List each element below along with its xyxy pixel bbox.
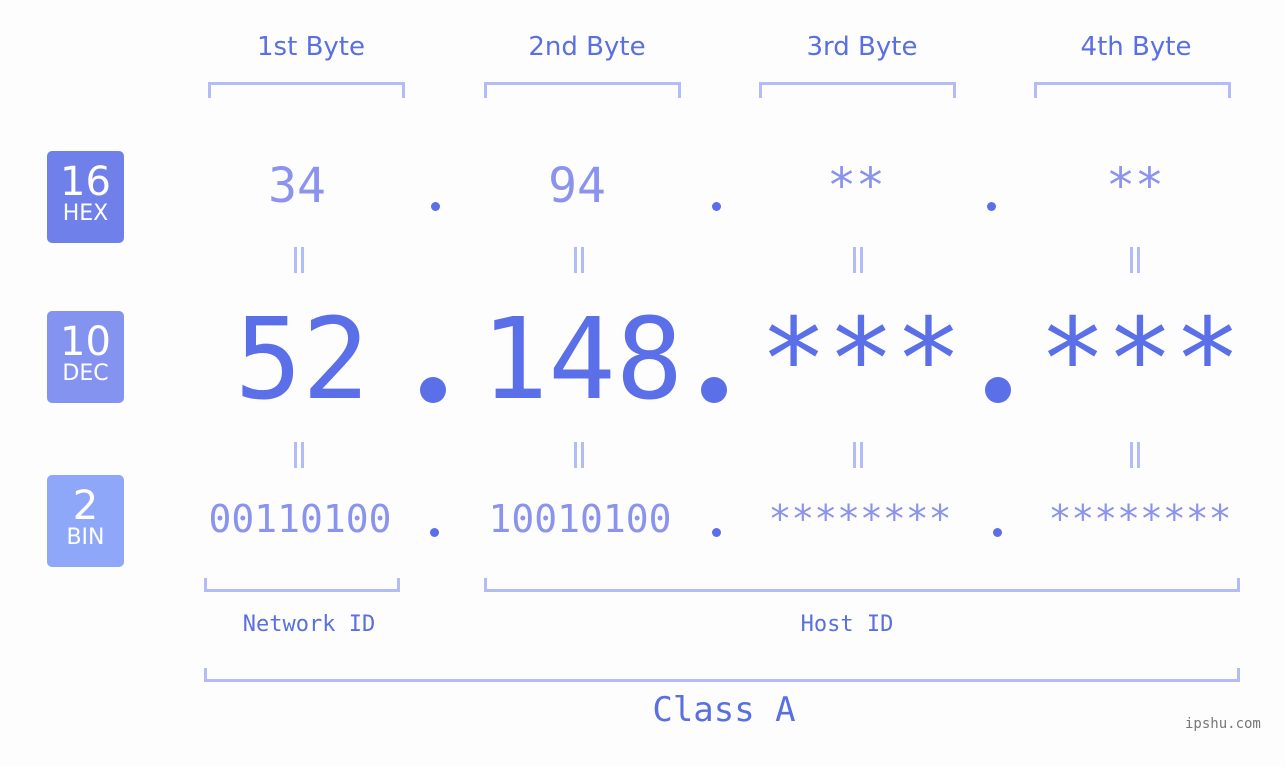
dec-byte-4: *** bbox=[1038, 295, 1242, 425]
hex-dot-1 bbox=[431, 202, 440, 211]
dec-base-label: DEC bbox=[62, 361, 109, 386]
byte-header-3: 3rd Byte bbox=[806, 32, 918, 62]
equals-icon bbox=[1128, 442, 1142, 468]
dec-dot-1 bbox=[420, 377, 446, 403]
network-id-bracket bbox=[204, 578, 400, 592]
dec-byte-1: 52 bbox=[234, 295, 370, 425]
bin-byte-3: ******** bbox=[768, 497, 952, 541]
watermark: ipshu.com bbox=[1185, 716, 1261, 732]
class-bracket bbox=[204, 668, 1240, 682]
equals-icon bbox=[851, 247, 865, 273]
bin-dot-2 bbox=[712, 528, 721, 537]
hex-byte-3: ** bbox=[827, 158, 885, 214]
byte-bracket-4 bbox=[1034, 82, 1231, 98]
bin-dot-3 bbox=[993, 528, 1002, 537]
network-id-label: Network ID bbox=[242, 612, 376, 637]
host-id-bracket bbox=[484, 578, 1240, 592]
hex-base-label: HEX bbox=[62, 201, 109, 226]
equals-icon bbox=[1128, 247, 1142, 273]
byte-header-2: 2nd Byte bbox=[528, 32, 646, 62]
byte-header-4: 4th Byte bbox=[1080, 32, 1192, 62]
byte-bracket-2 bbox=[484, 82, 681, 98]
equals-icon bbox=[292, 247, 306, 273]
equals-icon bbox=[572, 442, 586, 468]
hex-badge: 16 HEX bbox=[47, 151, 124, 243]
hex-base-number: 16 bbox=[60, 159, 111, 205]
equals-icon bbox=[292, 442, 306, 468]
bin-byte-1: 00110100 bbox=[208, 497, 392, 541]
dec-dot-2 bbox=[701, 377, 727, 403]
hex-byte-4: ** bbox=[1106, 158, 1164, 214]
equals-icon bbox=[851, 442, 865, 468]
class-label: Class A bbox=[652, 690, 796, 730]
dec-dot-3 bbox=[985, 377, 1011, 403]
bin-base-label: BIN bbox=[66, 525, 105, 550]
byte-bracket-3 bbox=[759, 82, 956, 98]
host-id-label: Host ID bbox=[800, 612, 894, 637]
bin-dot-1 bbox=[430, 528, 439, 537]
bin-byte-4: ******** bbox=[1048, 497, 1232, 541]
hex-dot-3 bbox=[987, 202, 996, 211]
bin-badge: 2 BIN bbox=[47, 475, 124, 567]
bin-base-number: 2 bbox=[72, 483, 99, 529]
dec-badge: 10 DEC bbox=[47, 311, 124, 403]
dec-base-number: 10 bbox=[60, 319, 111, 365]
byte-bracket-1 bbox=[208, 82, 405, 98]
hex-byte-2: 94 bbox=[548, 158, 606, 214]
hex-dot-2 bbox=[712, 202, 721, 211]
bin-byte-2: 10010100 bbox=[488, 497, 672, 541]
equals-icon bbox=[572, 247, 586, 273]
byte-header-1: 1st Byte bbox=[257, 32, 365, 62]
dec-byte-3: *** bbox=[759, 295, 963, 425]
hex-byte-1: 34 bbox=[268, 158, 326, 214]
dec-byte-2: 148 bbox=[480, 295, 684, 425]
